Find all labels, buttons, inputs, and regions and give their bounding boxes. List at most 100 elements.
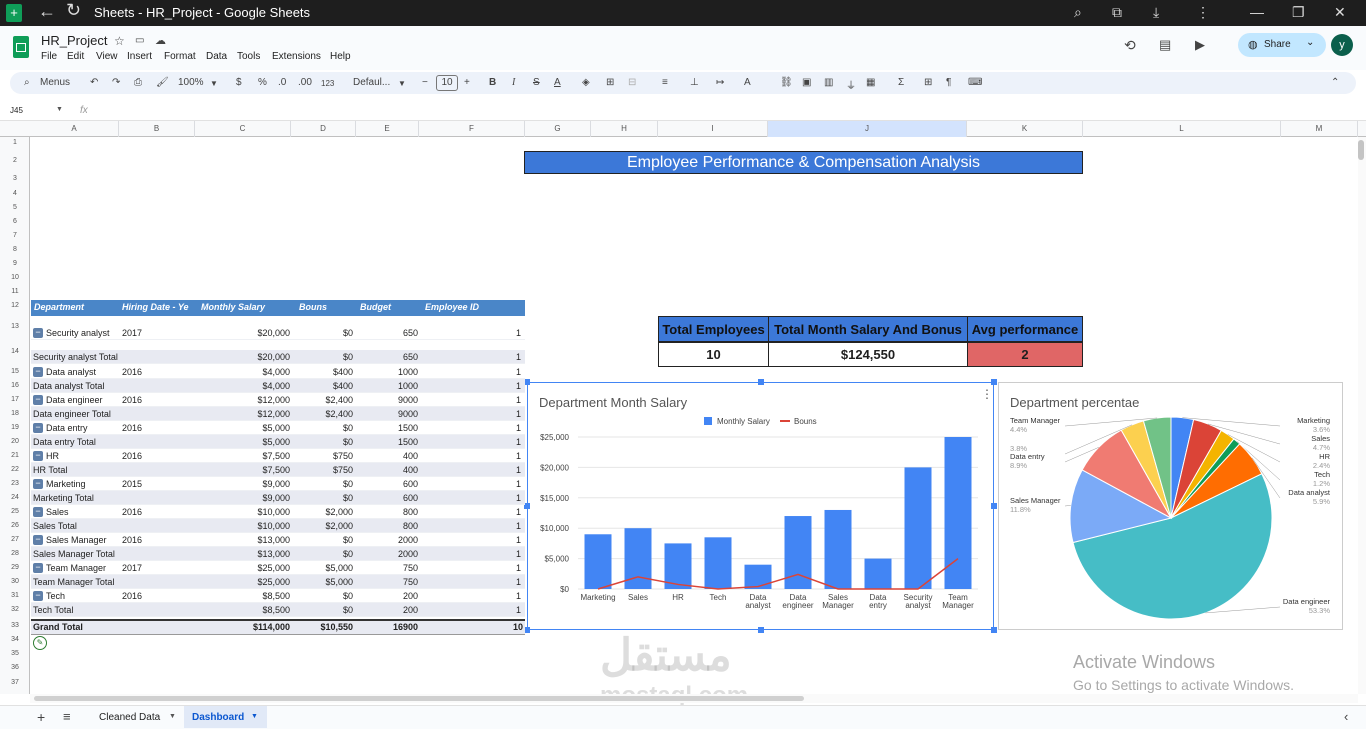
borders-icon[interactable]: ⊞: [606, 77, 614, 88]
text-wrap-icon[interactable]: ↦: [716, 77, 724, 88]
collapse-toolbar-icon[interactable]: ⌃: [1331, 77, 1339, 88]
row-header[interactable]: 22: [0, 466, 30, 473]
account-avatar[interactable]: y: [1331, 34, 1353, 56]
row-header[interactable]: 11: [0, 288, 30, 295]
collapse-group-icon[interactable]: −: [33, 328, 43, 338]
row-header[interactable]: 2: [0, 157, 30, 164]
input-tools-icon[interactable]: ⌨: [968, 77, 982, 88]
row-header[interactable]: 13: [0, 323, 30, 330]
row-header[interactable]: 1: [0, 139, 30, 146]
share-dropdown-icon[interactable]: ⌄: [1306, 37, 1314, 48]
doc-title[interactable]: HR_Project: [41, 33, 107, 48]
font-select[interactable]: Defaul...: [353, 77, 390, 88]
horizontal-scrollbar[interactable]: [30, 694, 1358, 703]
row-header[interactable]: 3: [0, 175, 30, 182]
edit-pencil-icon[interactable]: ✎: [33, 636, 47, 650]
link-icon[interactable]: ⛓: [780, 77, 793, 88]
row-header[interactable]: 31: [0, 592, 30, 599]
row-header[interactable]: 9: [0, 260, 30, 267]
row-header[interactable]: 32: [0, 606, 30, 613]
percent-format[interactable]: %: [258, 77, 267, 88]
bold-button[interactable]: B: [489, 77, 496, 88]
collapse-group-icon[interactable]: −: [33, 395, 43, 405]
currency-format[interactable]: $: [236, 77, 242, 88]
row-header[interactable]: 25: [0, 508, 30, 515]
chart-resize-handle[interactable]: [991, 503, 997, 509]
menu-help[interactable]: Help: [330, 51, 351, 62]
column-header[interactable]: A: [30, 121, 119, 137]
row-header[interactable]: 34: [0, 636, 30, 643]
name-box[interactable]: J45: [10, 106, 23, 115]
chart-icon[interactable]: ▥: [824, 77, 833, 88]
increase-decimal[interactable]: .00: [298, 77, 312, 88]
font-size-input[interactable]: 10: [436, 75, 458, 91]
row-header[interactable]: 23: [0, 480, 30, 487]
row-header[interactable]: 8: [0, 246, 30, 253]
row-header[interactable]: 14: [0, 348, 30, 355]
text-color-icon[interactable]: A: [554, 77, 561, 88]
row-header[interactable]: 37: [0, 679, 30, 686]
meet-icon[interactable]: ▶: [1195, 37, 1205, 53]
minimize-icon[interactable]: —: [1250, 4, 1264, 20]
column-header[interactable]: M: [1281, 121, 1358, 137]
chart-more-icon[interactable]: ⋮: [981, 387, 993, 401]
chart-resize-handle[interactable]: [758, 627, 764, 633]
menu-insert[interactable]: Insert: [127, 51, 152, 62]
column-header[interactable]: L: [1083, 121, 1281, 137]
row-header[interactable]: 16: [0, 382, 30, 389]
all-sheets-icon[interactable]: ≡: [63, 709, 71, 724]
row-header[interactable]: 5: [0, 204, 30, 211]
row-header[interactable]: 20: [0, 438, 30, 445]
row-header[interactable]: 6: [0, 218, 30, 225]
row-header[interactable]: 10: [0, 274, 30, 281]
row-header[interactable]: 4: [0, 190, 30, 197]
menu-data[interactable]: Data: [206, 51, 227, 62]
collapse-group-icon[interactable]: −: [33, 507, 43, 517]
bar-chart-department-month-salary[interactable]: Department Month Salary Monthly Salary Bou…: [527, 382, 994, 630]
column-header[interactable]: E: [356, 121, 419, 137]
explore-collapse-icon[interactable]: ‹: [1344, 709, 1348, 724]
collapse-group-icon[interactable]: −: [33, 591, 43, 601]
reload-icon[interactable]: ↻: [66, 0, 81, 21]
column-header[interactable]: D: [291, 121, 356, 137]
align-left-icon[interactable]: ≡: [662, 77, 668, 88]
font-size-decrease[interactable]: −: [422, 77, 428, 88]
font-size-increase[interactable]: +: [464, 77, 470, 88]
comment-icon[interactable]: ▣: [802, 77, 811, 88]
row-header[interactable]: 35: [0, 650, 30, 657]
print-icon[interactable]: ⎙: [134, 77, 142, 88]
redo-icon[interactable]: ↷: [112, 77, 120, 88]
row-header[interactable]: 18: [0, 410, 30, 417]
freeze-icon[interactable]: ⊞: [924, 77, 932, 88]
column-header[interactable]: G: [525, 121, 591, 137]
row-header[interactable]: 7: [0, 232, 30, 239]
row-header[interactable]: 12: [0, 302, 30, 309]
fill-color-icon[interactable]: ◈: [582, 77, 590, 88]
chart-resize-handle[interactable]: [991, 379, 997, 385]
menu-edit[interactable]: Edit: [67, 51, 84, 62]
column-header[interactable]: I: [658, 121, 768, 137]
tab-dropdown-icon[interactable]: ▼: [251, 713, 258, 720]
row-header[interactable]: 28: [0, 550, 30, 557]
collapse-group-icon[interactable]: −: [33, 535, 43, 545]
chart-resize-handle[interactable]: [991, 627, 997, 633]
row-header[interactable]: 27: [0, 536, 30, 543]
search-menus-icon[interactable]: ⌕: [24, 77, 30, 88]
collapse-group-icon[interactable]: −: [33, 563, 43, 573]
restore-icon[interactable]: ❐: [1292, 4, 1305, 21]
vertical-align-icon[interactable]: ⊥: [690, 77, 699, 88]
zoom-search-icon[interactable]: ⌕: [1074, 4, 1082, 21]
decrease-decimal[interactable]: .0: [278, 77, 286, 88]
share-button[interactable]: ◍ Share ⌄: [1238, 33, 1326, 57]
row-header[interactable]: 30: [0, 578, 30, 585]
zoom-select[interactable]: 100%: [178, 77, 204, 88]
namebox-dropdown-icon[interactable]: ▼: [56, 106, 63, 113]
paint-format-icon[interactable]: 🖌: [156, 77, 169, 88]
column-header[interactable]: K: [967, 121, 1083, 137]
menu-view[interactable]: View: [96, 51, 118, 62]
collapse-group-icon[interactable]: −: [33, 451, 43, 461]
more-formats[interactable]: 123: [321, 79, 334, 88]
chart-resize-handle[interactable]: [758, 379, 764, 385]
close-icon[interactable]: ✕: [1334, 4, 1346, 21]
merge-cells-icon[interactable]: ⊟: [628, 77, 636, 88]
